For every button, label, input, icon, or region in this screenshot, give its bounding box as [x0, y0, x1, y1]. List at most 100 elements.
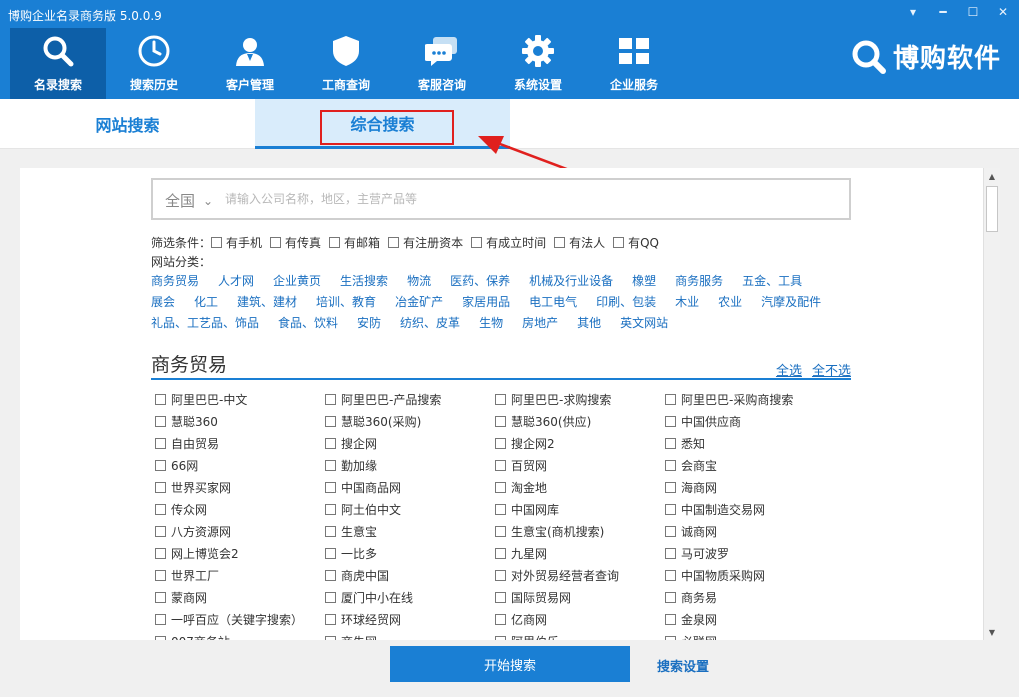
filter-has-mobile[interactable]: 有手机 — [211, 234, 262, 251]
filter-has-founded[interactable]: 有成立时间 — [471, 234, 546, 251]
select-all-link[interactable]: 全选 — [776, 360, 802, 379]
checkbox[interactable] — [155, 591, 166, 603]
checkbox[interactable] — [665, 503, 676, 515]
site-option[interactable]: 商虎中国 — [325, 567, 495, 584]
filter-has-legal-rep[interactable]: 有法人 — [554, 234, 605, 251]
checkbox[interactable] — [270, 237, 282, 248]
category-link[interactable]: 建筑、建材 — [237, 293, 297, 310]
site-option[interactable]: 阿里巴巴-产品搜索 — [325, 391, 495, 408]
site-option[interactable]: 一比多 — [325, 545, 495, 562]
checkbox[interactable] — [495, 481, 506, 493]
checkbox[interactable] — [155, 415, 166, 427]
site-option[interactable]: 66网 — [155, 457, 325, 474]
region-select[interactable]: 全国 — [165, 190, 195, 211]
site-option[interactable]: 八方资源网 — [155, 523, 325, 540]
scroll-thumb[interactable] — [986, 186, 998, 232]
checkbox[interactable] — [325, 591, 336, 603]
filter-has-qq[interactable]: 有QQ — [613, 234, 659, 251]
site-option[interactable]: 中国制造交易网 — [665, 501, 835, 518]
nav-item-enterprise-service[interactable]: 企业服务 — [586, 28, 682, 99]
category-link[interactable]: 商务贸易 — [151, 272, 199, 289]
checkbox[interactable] — [325, 481, 336, 493]
checkbox[interactable] — [495, 503, 506, 515]
close-icon[interactable]: ✕ — [995, 4, 1011, 20]
checkbox[interactable] — [665, 459, 676, 471]
site-option[interactable]: 悉知 — [665, 435, 835, 452]
category-link[interactable]: 英文网站 — [620, 314, 668, 331]
category-link[interactable]: 纺织、皮革 — [400, 314, 460, 331]
checkbox[interactable] — [495, 459, 506, 471]
site-option[interactable]: 商失网 — [325, 633, 495, 640]
site-option[interactable]: 金泉网 — [665, 611, 835, 628]
category-link[interactable]: 印刷、包装 — [596, 293, 656, 310]
category-link[interactable]: 展会 — [151, 293, 175, 310]
site-option[interactable]: 马可波罗 — [665, 545, 835, 562]
checkbox[interactable] — [613, 237, 625, 248]
site-option[interactable]: 海商网 — [665, 479, 835, 496]
category-link[interactable]: 生活搜索 — [340, 272, 388, 289]
site-option[interactable]: 国际贸易网 — [495, 589, 665, 606]
category-link[interactable]: 医药、保养 — [450, 272, 510, 289]
category-link[interactable]: 企业黄页 — [273, 272, 321, 289]
filter-has-fax[interactable]: 有传真 — [270, 234, 321, 251]
category-link[interactable]: 礼品、工艺品、饰品 — [151, 314, 259, 331]
site-option[interactable]: 世界买家网 — [155, 479, 325, 496]
checkbox[interactable] — [325, 437, 336, 449]
site-option[interactable]: 中国商品网 — [325, 479, 495, 496]
checkbox[interactable] — [155, 459, 166, 471]
nav-item-business-query[interactable]: 工商查询 — [298, 28, 394, 99]
search-input[interactable] — [225, 182, 835, 216]
site-option[interactable]: 自由贸易 — [155, 435, 325, 452]
category-link[interactable]: 电工电气 — [529, 293, 577, 310]
site-option[interactable]: 商务易 — [665, 589, 835, 606]
checkbox[interactable] — [155, 393, 166, 405]
checkbox[interactable] — [325, 393, 336, 405]
checkbox[interactable] — [665, 393, 676, 405]
checkbox[interactable] — [471, 237, 483, 248]
category-link[interactable]: 安防 — [357, 314, 381, 331]
site-option[interactable]: 搜企网 — [325, 435, 495, 452]
checkbox[interactable] — [388, 237, 400, 248]
checkbox[interactable] — [155, 613, 166, 625]
checkbox[interactable] — [495, 437, 506, 449]
checkbox[interactable] — [665, 569, 676, 581]
category-link[interactable]: 木业 — [675, 293, 699, 310]
checkbox[interactable] — [665, 415, 676, 427]
chevron-down-icon[interactable]: ⌄ — [203, 194, 213, 208]
checkbox[interactable] — [325, 525, 336, 537]
site-option[interactable]: 慧聪360 — [155, 413, 325, 430]
checkbox[interactable] — [155, 525, 166, 537]
scroll-down-icon[interactable]: ▼ — [984, 624, 1000, 640]
select-none-link[interactable]: 全不选 — [812, 360, 851, 379]
category-link[interactable]: 物流 — [407, 272, 431, 289]
site-option[interactable]: 中国物质采购网 — [665, 567, 835, 584]
checkbox[interactable] — [211, 237, 223, 248]
category-link[interactable]: 培训、教育 — [316, 293, 376, 310]
checkbox[interactable] — [155, 569, 166, 581]
checkbox[interactable] — [665, 481, 676, 493]
checkbox[interactable] — [665, 525, 676, 537]
checkbox[interactable] — [554, 237, 566, 248]
category-link[interactable]: 家居用品 — [462, 293, 510, 310]
site-option[interactable]: 慧聪360(采购) — [325, 413, 495, 430]
nav-item-customer-management[interactable]: 客户管理 — [202, 28, 298, 99]
site-option[interactable]: 阿里巴巴-求购搜索 — [495, 391, 665, 408]
checkbox[interactable] — [325, 569, 336, 581]
checkbox[interactable] — [495, 393, 506, 405]
category-link[interactable]: 五金、工具 — [742, 272, 802, 289]
nav-item-system-settings[interactable]: 系统设置 — [490, 28, 586, 99]
nav-item-directory-search[interactable]: 名录搜索 — [10, 28, 106, 99]
site-option[interactable]: 007商务站 — [155, 633, 325, 640]
site-option[interactable]: 勤加缘 — [325, 457, 495, 474]
filter-has-email[interactable]: 有邮箱 — [329, 234, 380, 251]
checkbox[interactable] — [325, 459, 336, 471]
category-link[interactable]: 食品、饮料 — [278, 314, 338, 331]
checkbox[interactable] — [325, 613, 336, 625]
site-option[interactable]: 一呼百应（关键字搜索） — [155, 611, 325, 628]
site-option[interactable]: 网上博览会2 — [155, 545, 325, 562]
checkbox[interactable] — [155, 481, 166, 493]
site-option[interactable]: 环球经贸网 — [325, 611, 495, 628]
site-option[interactable]: 世界工厂 — [155, 567, 325, 584]
checkbox[interactable] — [495, 591, 506, 603]
category-link[interactable]: 商务服务 — [675, 272, 723, 289]
